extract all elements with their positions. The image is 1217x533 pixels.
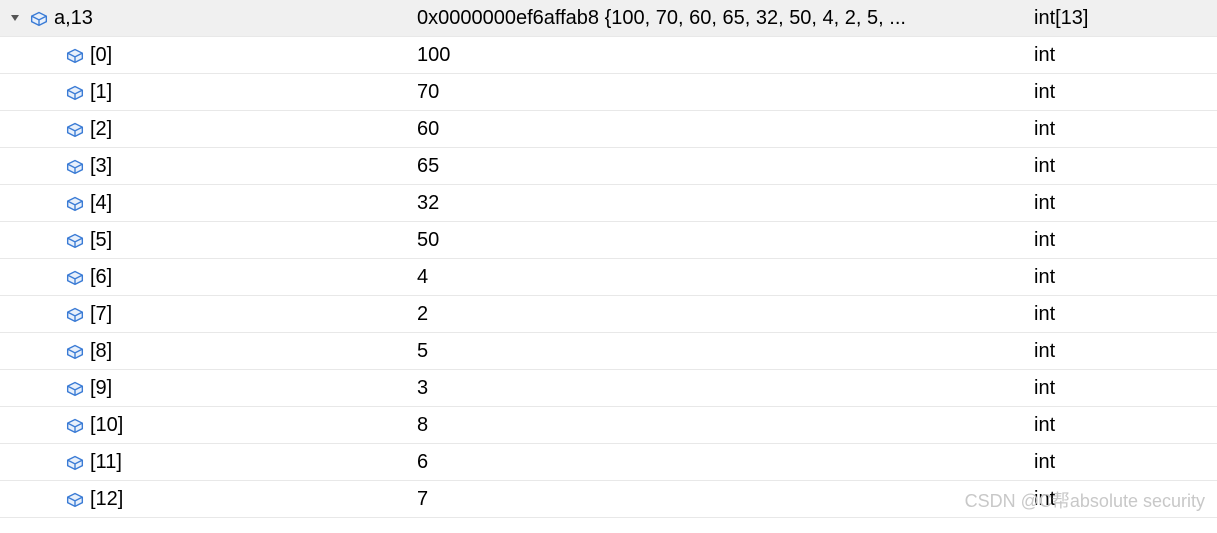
variable-icon (64, 414, 86, 436)
variable-name: [9] (90, 377, 112, 400)
variable-icon (64, 44, 86, 66)
variable-name: a,13 (54, 7, 93, 30)
variable-value: 32 (413, 192, 1030, 215)
variable-icon (64, 303, 86, 325)
table-row[interactable]: [10] 8 int (0, 407, 1217, 444)
variable-icon (64, 451, 86, 473)
variable-icon (64, 266, 86, 288)
variable-name: [7] (90, 303, 112, 326)
variable-value: 4 (413, 266, 1030, 289)
variable-icon (64, 377, 86, 399)
table-row[interactable]: [8] 5 int (0, 333, 1217, 370)
table-row[interactable]: [7] 2 int (0, 296, 1217, 333)
variable-name: [3] (90, 155, 112, 178)
variable-type: int (1030, 44, 1217, 67)
variable-icon (64, 118, 86, 140)
variable-value: 70 (413, 81, 1030, 104)
variable-type: int (1030, 303, 1217, 326)
variable-type: int (1030, 118, 1217, 141)
variable-value: 5 (413, 340, 1030, 363)
variable-name: [0] (90, 44, 112, 67)
variable-value: 50 (413, 229, 1030, 252)
variable-value: 0x0000000ef6affab8 {100, 70, 60, 65, 32,… (413, 7, 1030, 30)
table-row[interactable]: [11] 6 int (0, 444, 1217, 481)
variable-icon (64, 229, 86, 251)
variable-icon (64, 81, 86, 103)
variable-name: [10] (90, 414, 123, 437)
variable-icon (64, 155, 86, 177)
table-row-root[interactable]: a,13 0x0000000ef6affab8 {100, 70, 60, 65… (0, 0, 1217, 37)
table-row[interactable]: [1] 70 int (0, 74, 1217, 111)
variable-icon (64, 192, 86, 214)
variable-value: 8 (413, 414, 1030, 437)
variable-value: 6 (413, 451, 1030, 474)
variable-name: [1] (90, 81, 112, 104)
variable-type: int (1030, 451, 1217, 474)
variable-name: [4] (90, 192, 112, 215)
variable-type: int (1030, 155, 1217, 178)
variable-name: [2] (90, 118, 112, 141)
variable-type: int (1030, 192, 1217, 215)
variable-icon (64, 340, 86, 362)
variable-type: int (1030, 340, 1217, 363)
variable-value: 60 (413, 118, 1030, 141)
variable-value: 100 (413, 44, 1030, 67)
variable-icon (28, 7, 50, 29)
variable-type: int (1030, 488, 1217, 511)
variable-type: int (1030, 414, 1217, 437)
table-row[interactable]: [5] 50 int (0, 222, 1217, 259)
table-row[interactable]: [9] 3 int (0, 370, 1217, 407)
table-row[interactable]: [6] 4 int (0, 259, 1217, 296)
expander-icon[interactable] (8, 11, 22, 25)
table-row[interactable]: [3] 65 int (0, 148, 1217, 185)
variable-type: int (1030, 81, 1217, 104)
variable-value: 2 (413, 303, 1030, 326)
variable-icon (64, 488, 86, 510)
variable-name: [5] (90, 229, 112, 252)
table-row[interactable]: [4] 32 int (0, 185, 1217, 222)
variable-type: int (1030, 377, 1217, 400)
variable-value: 7 (413, 488, 1030, 511)
table-row[interactable]: [2] 60 int (0, 111, 1217, 148)
variable-type: int (1030, 266, 1217, 289)
variable-value: 65 (413, 155, 1030, 178)
variable-type: int[13] (1030, 7, 1217, 30)
table-row[interactable]: [12] 7 int (0, 481, 1217, 518)
variable-name: [8] (90, 340, 112, 363)
variable-name: [6] (90, 266, 112, 289)
variable-name: [11] (90, 451, 122, 474)
table-row[interactable]: [0] 100 int (0, 37, 1217, 74)
variable-type: int (1030, 229, 1217, 252)
variable-name: [12] (90, 488, 123, 511)
variable-value: 3 (413, 377, 1030, 400)
